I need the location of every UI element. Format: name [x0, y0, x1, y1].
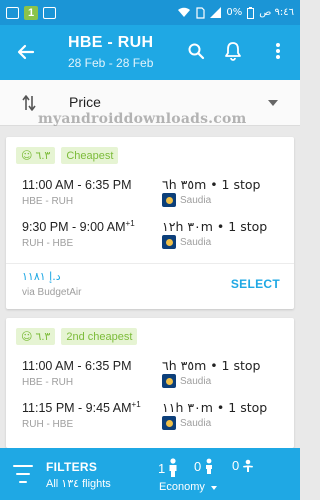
- price-alert-button[interactable]: [220, 38, 246, 64]
- bell-icon: [225, 42, 241, 61]
- route-dates: 28 Feb - 28 Feb: [68, 56, 154, 70]
- saudia-logo-icon: [162, 235, 176, 249]
- rating-badge: ☺ ٦.٣: [16, 328, 56, 345]
- flights-count: All ١٣٤ flights: [46, 478, 111, 490]
- more-vert-icon: [276, 43, 280, 59]
- return-leg: 11:15 PM - 9:45 AM+1 RUH - HBE ١١h ٣٠m •…: [22, 400, 284, 434]
- back-button[interactable]: [12, 38, 40, 66]
- infants-count[interactable]: 0: [232, 458, 254, 473]
- price: د.إ ١١٨١: [22, 270, 61, 283]
- leg-time: 9:30 PM - 9:00 AM+1: [22, 219, 135, 235]
- leg-route: HBE - RUH: [22, 196, 74, 207]
- route-title: HBE - RUH: [68, 34, 154, 51]
- infant-icon: [243, 459, 254, 472]
- chevron-down-icon: [268, 100, 278, 106]
- search-button[interactable]: [183, 38, 209, 64]
- status-bar: 1 0% ٩:٤٦ ص: [0, 0, 300, 25]
- leg-route: RUH - HBE: [22, 238, 74, 249]
- notification-badge: 1: [24, 5, 38, 20]
- adults-count[interactable]: 1: [158, 458, 178, 478]
- chevron-down-icon: [211, 486, 217, 490]
- return-leg: 9:30 PM - 9:00 AM+1 RUH - HBE ١٢h ٣٠m • …: [22, 219, 284, 253]
- airline: Saudia: [162, 235, 211, 249]
- flight-result-card[interactable]: ☺ ٦.٣ Cheapest 11:00 AM - 6:35 PM HBE - R…: [6, 137, 294, 309]
- airline: Saudia: [162, 374, 211, 388]
- back-arrow-icon: [17, 44, 35, 60]
- saudia-logo-icon: [162, 193, 176, 207]
- select-button[interactable]: SELECT: [231, 277, 280, 291]
- rating-score: ٦.٣: [35, 331, 51, 343]
- cheapest-badge: Cheapest: [61, 147, 119, 164]
- leg-time: 11:00 AM - 6:35 PM: [22, 359, 132, 374]
- leg-duration: ١١h ٣٠m • 1 stop: [162, 400, 268, 415]
- sort-label: Price: [69, 94, 101, 110]
- airline: Saudia: [162, 193, 211, 207]
- gallery-icon: [6, 6, 19, 19]
- adult-icon: [169, 458, 177, 477]
- clock: ٩:٤٦ ص: [259, 7, 294, 18]
- leg-time: 11:00 AM - 6:35 PM: [22, 178, 132, 193]
- rating-badge: ☺ ٦.٣: [16, 147, 56, 164]
- provider: via BudgetAir: [22, 287, 82, 298]
- wifi-icon: [178, 7, 191, 17]
- flight-result-card[interactable]: ☺ ٦.٣ 2nd cheapest 11:00 AM - 6:35 PM HBE…: [6, 318, 294, 448]
- outbound-leg: 11:00 AM - 6:35 PM HBE - RUH ٦h ٣٥m • 1 …: [22, 177, 284, 211]
- divider: [6, 263, 294, 264]
- airline: Saudia: [162, 416, 211, 430]
- smile-icon: ☺: [21, 330, 33, 343]
- leg-route: RUH - HBE: [22, 419, 74, 430]
- battery-icon: [247, 6, 255, 19]
- rating-score: ٦.٣: [35, 150, 51, 162]
- leg-duration: ٦h ٣٥m • 1 stop: [162, 177, 261, 192]
- bottom-bar: FILTERS All ١٣٤ flights 1 0 0 Economy: [0, 448, 300, 500]
- second-cheapest-badge: 2nd cheapest: [61, 328, 138, 345]
- more-options-button[interactable]: [265, 38, 291, 64]
- filter-icon[interactable]: [12, 465, 34, 483]
- leg-duration: ١٢h ٣٠m • 1 stop: [162, 219, 268, 234]
- image-icon: [43, 6, 56, 19]
- child-icon: [206, 458, 213, 474]
- search-icon: [188, 43, 205, 60]
- leg-duration: ٦h ٣٥m • 1 stop: [162, 358, 261, 373]
- leg-time: 11:15 PM - 9:45 AM+1: [22, 400, 141, 416]
- battery-percent: 0%: [226, 7, 243, 18]
- no-sim-icon: [196, 6, 205, 19]
- filters-button[interactable]: FILTERS: [46, 460, 97, 474]
- watermark-text: myandroiddownloads.com: [38, 111, 247, 127]
- sort-icon: [18, 92, 40, 114]
- smile-icon: ☺: [21, 149, 33, 162]
- cabin-class-dropdown[interactable]: Economy: [159, 481, 205, 493]
- leg-route: HBE - RUH: [22, 377, 74, 388]
- signal-icon: [210, 7, 222, 18]
- saudia-logo-icon: [162, 374, 176, 388]
- outbound-leg: 11:00 AM - 6:35 PM HBE - RUH ٦h ٣٥m • 1 …: [22, 358, 284, 392]
- saudia-logo-icon: [162, 416, 176, 430]
- app-bar: HBE - RUH 28 Feb - 28 Feb: [0, 25, 300, 80]
- children-count[interactable]: 0: [194, 458, 214, 474]
